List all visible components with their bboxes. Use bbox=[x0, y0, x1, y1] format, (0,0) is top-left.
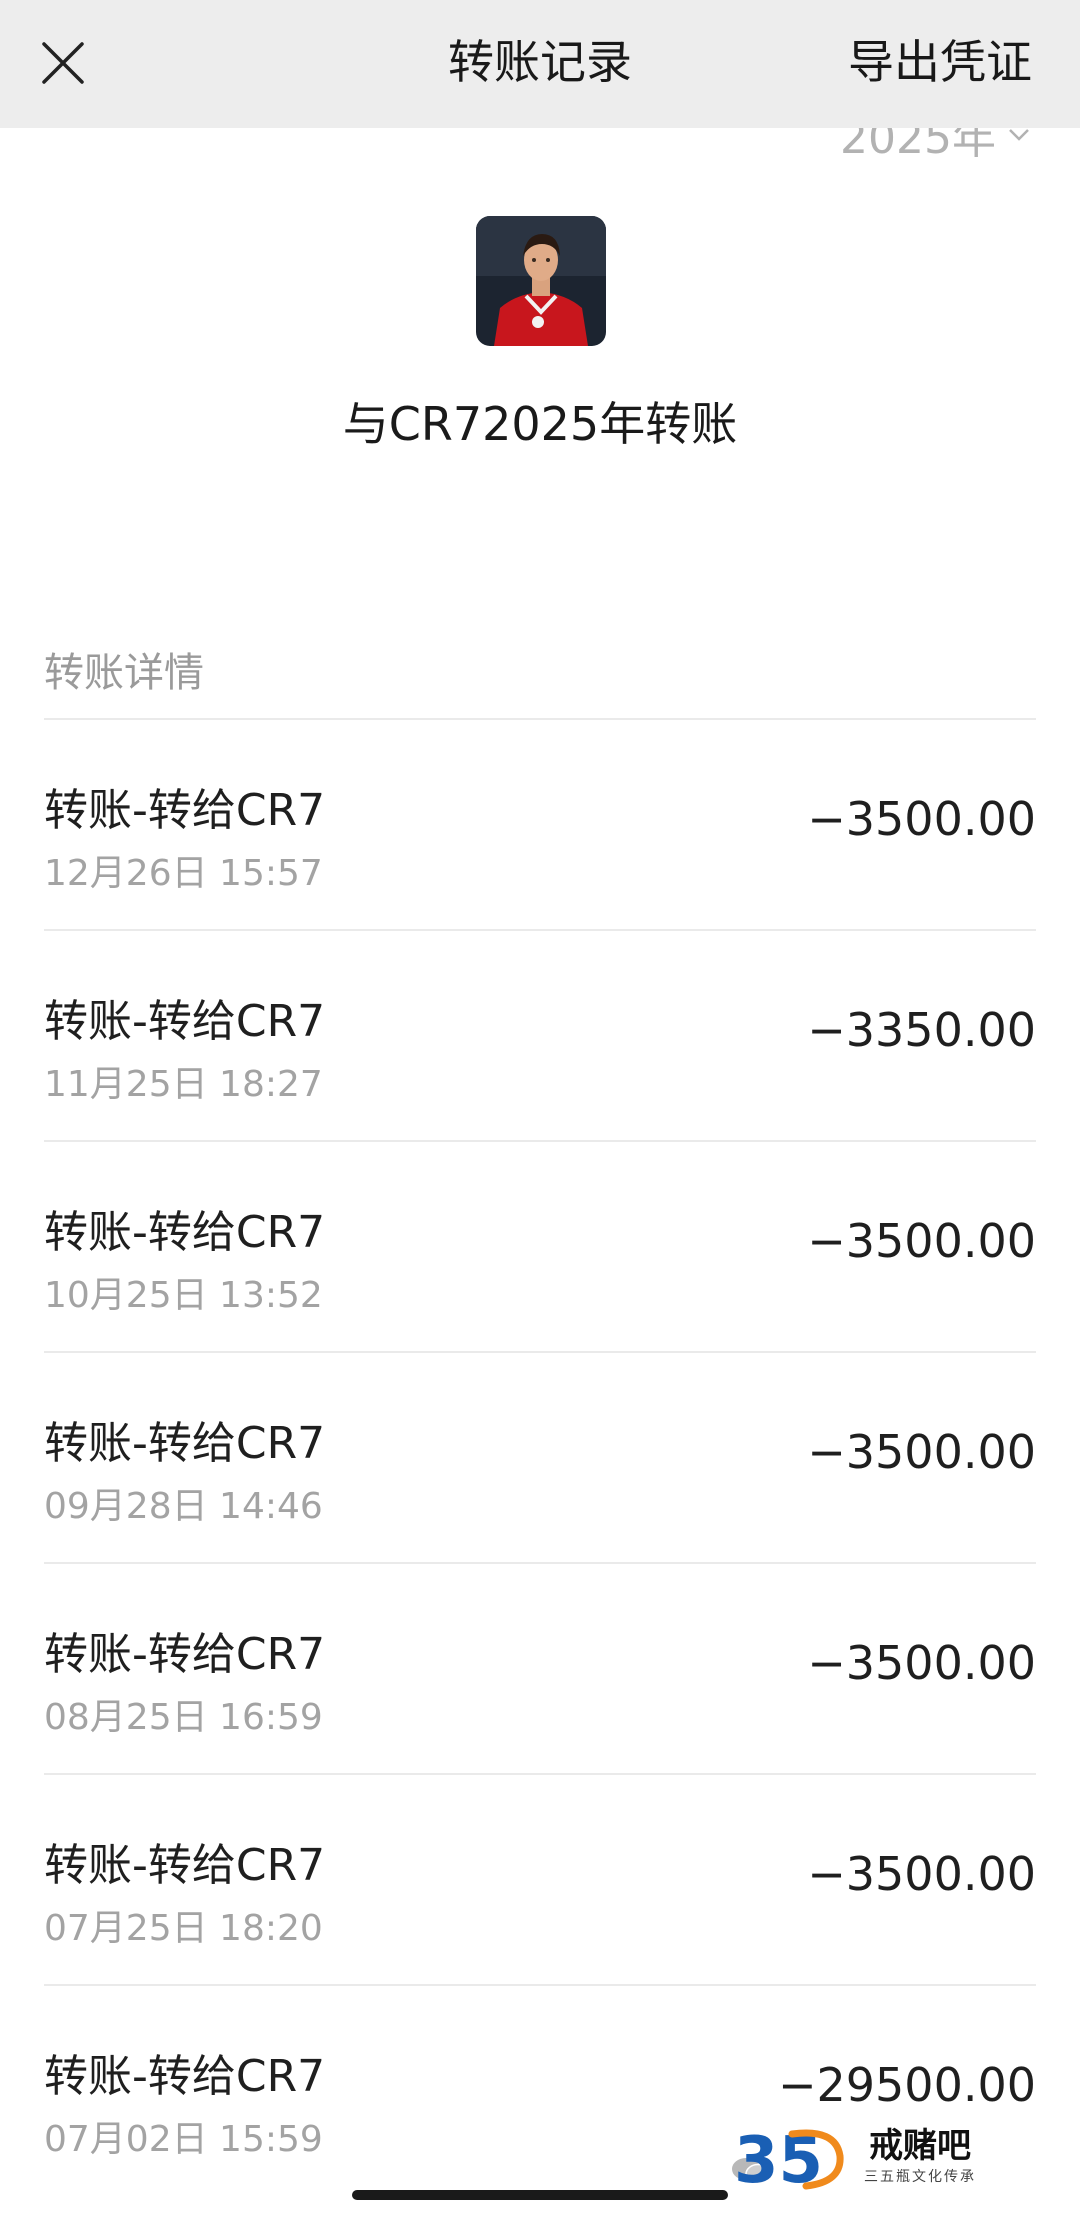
transaction-name: 转账-转给CR7 bbox=[44, 1418, 326, 1469]
contact-avatar bbox=[476, 216, 606, 346]
transaction-time: 07月25日 18:20 bbox=[44, 1908, 323, 1949]
watermark-brand: 戒赌吧 bbox=[869, 2126, 971, 2166]
transaction-row[interactable]: 转账-转给CR7 07月25日 18:20 −3500.00 bbox=[44, 1775, 1036, 1986]
transaction-amount: −3500.00 bbox=[807, 792, 1036, 846]
transaction-time: 08月25日 16:59 bbox=[44, 1697, 323, 1738]
transaction-amount: −3500.00 bbox=[807, 1636, 1036, 1690]
transaction-amount: −3500.00 bbox=[807, 1214, 1036, 1268]
transaction-row[interactable]: 转账-转给CR7 11月25日 18:27 −3350.00 bbox=[44, 931, 1036, 1142]
home-indicator[interactable] bbox=[352, 2190, 728, 2200]
transaction-time: 12月26日 15:57 bbox=[44, 853, 323, 894]
brand-logo: 35 bbox=[734, 2124, 844, 2192]
navigation-bar: 转账记录 导出凭证 bbox=[0, 0, 1080, 128]
transfer-summary-title: 与CR72025年转账 bbox=[342, 397, 738, 451]
transaction-name: 转账-转给CR7 bbox=[44, 1840, 326, 1891]
transaction-name: 转账-转给CR7 bbox=[44, 785, 326, 836]
transaction-time: 11月25日 18:27 bbox=[44, 1064, 323, 1105]
transaction-row[interactable]: 转账-转给CR7 08月25日 16:59 −3500.00 bbox=[44, 1564, 1036, 1775]
transaction-name: 转账-转给CR7 bbox=[44, 2051, 326, 2102]
export-voucher-button[interactable]: 导出凭证 bbox=[848, 0, 1032, 128]
transaction-amount: −3500.00 bbox=[807, 1847, 1036, 1901]
transaction-name: 转账-转给CR7 bbox=[44, 996, 326, 1047]
close-icon[interactable] bbox=[38, 38, 88, 88]
section-label: 转账详情 bbox=[44, 650, 204, 696]
transaction-time: 09月28日 14:46 bbox=[44, 1486, 323, 1527]
transaction-row[interactable]: 转账-转给CR7 12月26日 15:57 −3500.00 bbox=[44, 720, 1036, 931]
transaction-time: 10月25日 13:52 bbox=[44, 1275, 323, 1316]
transaction-list: 转账-转给CR7 12月26日 15:57 −3500.00 转账-转给CR7 … bbox=[44, 718, 1036, 2195]
transaction-row[interactable]: 转账-转给CR7 10月25日 13:52 −3500.00 bbox=[44, 1142, 1036, 1353]
transaction-row[interactable]: 转账-转给CR7 09月28日 14:46 −3500.00 bbox=[44, 1353, 1036, 1564]
transaction-amount: −3350.00 bbox=[807, 1003, 1036, 1057]
transaction-time: 07月02日 15:59 bbox=[44, 2119, 323, 2160]
transaction-amount: −3500.00 bbox=[807, 1425, 1036, 1479]
transaction-name: 转账-转给CR7 bbox=[44, 1629, 326, 1680]
watermark-tagline: 三五瓶文化传承 bbox=[864, 2169, 976, 2185]
transaction-amount: −29500.00 bbox=[777, 2058, 1036, 2112]
watermark: 35 戒赌吧 三五瓶文化传承 bbox=[732, 2116, 976, 2196]
watermark-text: 戒赌吧 三五瓶文化传承 bbox=[864, 2126, 976, 2186]
transaction-name: 转账-转给CR7 bbox=[44, 1207, 326, 1258]
